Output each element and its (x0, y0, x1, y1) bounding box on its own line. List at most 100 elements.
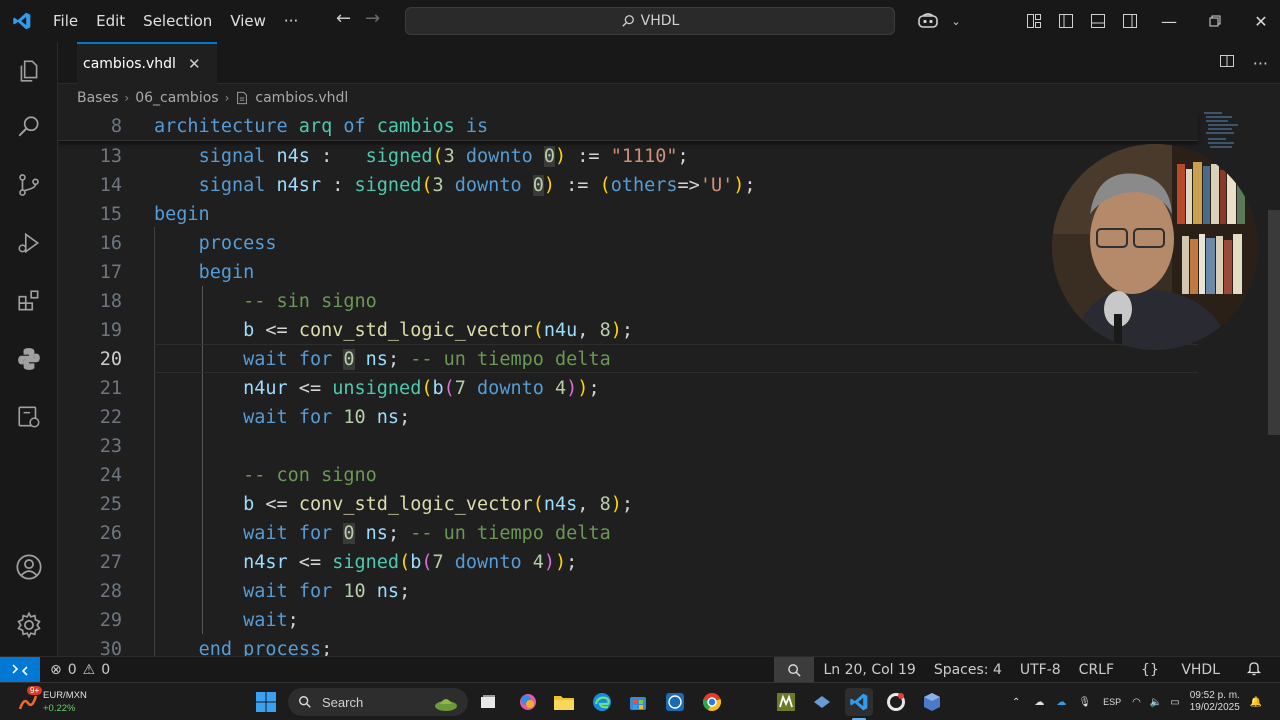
breadcrumb-item[interactable]: cambios.vhdl (255, 90, 348, 106)
clock[interactable]: 09:52 p. m. 19/02/2025 (1184, 690, 1246, 714)
vertical-scrollbar[interactable] (1268, 210, 1280, 435)
line-number: 24 (99, 465, 122, 486)
end-of-line[interactable]: CRLF (1070, 662, 1123, 678)
code-row: 15 begin (58, 200, 1198, 229)
code-row: 14 signal n4sr : signed(3 downto 0) := (… (58, 171, 1198, 200)
windows-start-icon[interactable] (252, 688, 280, 716)
code-line: signal n4s : signed(3 downto 0) := "1110… (198, 146, 689, 167)
weather-icon[interactable] (432, 688, 460, 716)
chevron-right-icon: › (224, 91, 230, 105)
menu-selection[interactable]: Selection (134, 12, 221, 30)
split-editor-icon[interactable] (1219, 53, 1235, 73)
tab-label: cambios.vhdl (83, 56, 176, 72)
toggle-primary-sidebar-icon[interactable] (1050, 0, 1082, 42)
line-number: 17 (99, 262, 122, 283)
close-tab-icon[interactable]: ✕ (188, 55, 201, 73)
editor-actions: ··· (1219, 42, 1268, 84)
back-arrow-icon[interactable]: ← (336, 8, 351, 29)
copilot-icon[interactable] (908, 0, 948, 42)
line-number: 25 (99, 494, 122, 515)
virtualbox-icon[interactable] (918, 688, 946, 716)
code-row: 25 b <= conv_std_logic_vector(n4s, 8); (58, 490, 1198, 519)
github-desktop-icon[interactable] (882, 688, 910, 716)
error-count: 0 (67, 661, 77, 678)
onedrive-icon[interactable]: ☁ (1050, 697, 1072, 708)
copilot-taskbar-icon[interactable] (514, 688, 542, 716)
chevron-down-icon[interactable]: ⌄ (948, 0, 964, 42)
zoom-icon[interactable] (774, 657, 815, 683)
maximize-icon[interactable] (1192, 0, 1238, 42)
close-window-icon[interactable]: ✕ (1238, 0, 1280, 42)
forward-arrow-icon[interactable]: → (365, 8, 380, 29)
wifi-icon[interactable]: ◠ (1127, 697, 1146, 708)
explorer-icon[interactable] (12, 54, 46, 88)
accounts-icon[interactable] (12, 550, 46, 584)
battery-icon[interactable]: ▭ (1166, 697, 1183, 708)
remote-desktop-icon[interactable] (808, 688, 836, 716)
source-control-icon[interactable] (12, 168, 46, 202)
file-explorer-icon[interactable] (550, 688, 578, 716)
language-indicator[interactable]: ESP (1097, 697, 1127, 707)
python-icon[interactable] (12, 342, 46, 376)
chevron-up-icon[interactable]: ⌃ (1004, 697, 1028, 708)
code-line: wait for 10 ns; (243, 407, 411, 428)
line-number: 26 (99, 523, 122, 544)
breadcrumb: Bases › 06_cambios › cambios.vhdl (58, 84, 1280, 112)
ticker-change: +0.22% (43, 703, 76, 714)
command-center[interactable]: VHDL (405, 7, 895, 35)
dell-app-icon[interactable] (661, 688, 689, 716)
line-number: 29 (99, 610, 122, 631)
menu-view[interactable]: View (221, 12, 275, 30)
code-row: 24 -- con signo (58, 461, 1198, 490)
notifications-bell-icon[interactable] (1238, 661, 1270, 680)
toggle-secondary-sidebar-icon[interactable] (1114, 0, 1146, 42)
edge-browser-icon[interactable] (588, 688, 616, 716)
editor-tabs: cambios.vhdl ✕ ··· (58, 42, 1280, 84)
toggle-panel-icon[interactable] (1082, 0, 1114, 42)
task-view-icon[interactable] (474, 688, 502, 716)
stock-ticker[interactable]: EUR/MXN +0.22% (43, 689, 87, 715)
settings-gear-icon[interactable] (12, 608, 46, 642)
breadcrumb-item[interactable]: Bases (77, 90, 118, 106)
problems-indicator[interactable]: ⊗ 0 ⚠ 0 (40, 662, 110, 678)
notifications-bell-icon[interactable]: 🔔 (1246, 697, 1266, 708)
line-number: 21 (99, 378, 122, 399)
code-line: wait for 0 ns; -- un tiempo delta (243, 523, 611, 544)
extensions-icon[interactable] (12, 284, 46, 318)
chrome-browser-icon[interactable] (698, 688, 726, 716)
title-bar: File Edit Selection View ··· ← → VHDL ⌄ (0, 0, 1280, 42)
clock-time: 09:52 p. m. (1189, 690, 1240, 701)
volume-icon[interactable]: 🔈 (1146, 697, 1166, 708)
remote-indicator-icon[interactable] (0, 656, 40, 683)
code-row: 23 (58, 432, 1198, 461)
menu-edit[interactable]: Edit (87, 12, 134, 30)
menu-more[interactable]: ··· (275, 12, 307, 30)
app-mathcad-icon[interactable] (772, 688, 800, 716)
code-row: 27 n4sr <= signed(b(7 downto 4)); (58, 548, 1198, 577)
code-line: b <= conv_std_logic_vector(n4u, 8); (243, 320, 633, 341)
encoding[interactable]: UTF-8 (1011, 662, 1070, 678)
tab-cambios-vhdl[interactable]: cambios.vhdl ✕ (77, 42, 217, 84)
menu-file[interactable]: File (44, 12, 87, 30)
store-icon[interactable] (624, 688, 652, 716)
search-icon[interactable] (12, 110, 46, 144)
remote-explorer-icon[interactable] (12, 400, 46, 434)
customize-layout-icon[interactable] (1018, 0, 1050, 42)
vscode-taskbar-icon[interactable] (845, 688, 873, 716)
code-row: 19 b <= conv_std_logic_vector(n4u, 8); (58, 316, 1198, 345)
cursor-position[interactable]: Ln 20, Col 19 (814, 662, 924, 678)
indentation[interactable]: Spaces: 4 (925, 662, 1011, 678)
more-actions-icon[interactable]: ··· (1253, 54, 1268, 73)
copilot-area: ⌄ (908, 0, 964, 42)
line-number: 28 (99, 581, 122, 602)
chevron-right-icon: › (124, 91, 130, 105)
run-and-debug-icon[interactable] (12, 226, 46, 260)
file-icon (237, 91, 248, 105)
sticky-scroll-line[interactable]: 8 architecture arq of cambios is (58, 112, 1198, 141)
minimize-icon[interactable]: — (1146, 0, 1192, 42)
microphone-icon[interactable]: 🎙 (1072, 697, 1097, 708)
cloud-icon[interactable]: ☁ (1028, 697, 1050, 708)
language-mode[interactable]: {} VHDL (1123, 662, 1238, 678)
breadcrumb-item[interactable]: 06_cambios (135, 90, 218, 106)
code-line: n4ur <= unsigned(b(7 downto 4)); (243, 378, 600, 399)
